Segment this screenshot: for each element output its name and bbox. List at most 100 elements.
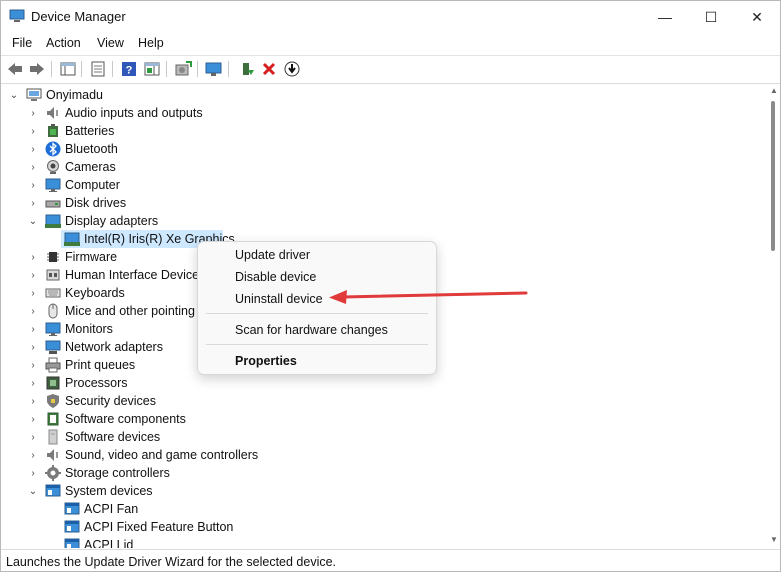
tree-device[interactable]: ACPI Lid [1,536,767,548]
enable-device-icon[interactable] [237,59,257,79]
tree-item-label: Processors [65,376,128,390]
properties-icon[interactable] [88,59,108,79]
expand-chevron-icon[interactable]: › [27,413,39,425]
tree-device[interactable]: ACPI Fixed Feature Button [1,518,767,536]
toolbar-separator [166,61,167,77]
system-device-icon [64,538,80,548]
storage-controller-icon [45,465,61,481]
expand-chevron-icon[interactable]: › [27,431,39,443]
chip-icon [47,252,59,262]
tree-category[interactable]: › Computer [1,176,767,194]
maximize-button[interactable]: ☐ [688,1,734,33]
tree-item-label: ACPI Lid [84,538,134,548]
display-adapter-icon [45,214,61,228]
show-hide-console-tree-icon[interactable] [58,59,78,79]
scroll-down-icon[interactable]: ▼ [770,536,778,544]
download-driver-icon[interactable] [282,59,302,79]
update-driver-icon[interactable] [173,59,193,79]
back-icon[interactable] [5,59,25,79]
expand-chevron-icon[interactable]: › [27,179,39,191]
tree-device[interactable]: ACPI Fan [1,500,767,518]
menu-item-properties[interactable]: Properties [202,350,432,372]
tree-item-label: Print queues [65,358,136,372]
menu-view[interactable]: View [97,36,124,50]
tree-item-label: Sound, video and game controllers [65,448,259,462]
tree-category[interactable]: ⌄ Display adapters [1,212,767,230]
scrollbar-thumb[interactable] [771,101,775,251]
expand-chevron-icon[interactable]: › [27,377,39,389]
toolbar-separator [197,61,198,77]
expand-chevron-icon[interactable]: › [27,143,39,155]
expand-chevron-icon[interactable]: › [27,107,39,119]
tree-item-label: Onyimadu [46,88,103,102]
tree-item-label: Mice and other pointing [65,304,195,318]
expand-chevron-icon[interactable]: › [27,197,39,209]
speaker-icon [47,449,58,461]
tree-category[interactable]: › Sound, video and game controllers [1,446,767,464]
help-icon[interactable]: ? [119,59,139,79]
minimize-button[interactable]: — [642,1,688,33]
menu-action[interactable]: Action [46,36,81,50]
menu-item-scan-hardware[interactable]: Scan for hardware changes [202,319,432,341]
device-manager-icon [9,9,25,22]
expand-chevron-icon[interactable]: › [27,287,39,299]
collapse-chevron-icon[interactable]: ⌄ [27,215,39,227]
menu-help[interactable]: Help [138,36,164,50]
collapse-chevron-icon[interactable]: ⌄ [27,485,39,497]
expand-chevron-icon[interactable]: › [27,395,39,407]
scan-hardware-icon[interactable] [204,59,224,79]
expand-chevron-icon[interactable]: › [27,449,39,461]
tree-category[interactable]: › Software components [1,410,767,428]
expand-chevron-icon[interactable]: › [27,467,39,479]
system-device-icon [64,502,80,515]
tree-category[interactable]: › Software devices [1,428,767,446]
tree-item-label: System devices [65,484,153,498]
tree-item-label: Software components [65,412,186,426]
tree-root[interactable]: ⌄ Onyimadu [1,86,767,104]
tree-category[interactable]: › Disk drives [1,194,767,212]
expand-chevron-icon[interactable]: › [27,323,39,335]
vertical-scrollbar[interactable]: ▲ ▼ [767,84,780,548]
expand-chevron-icon[interactable]: › [27,161,39,173]
annotation-arrow [329,290,528,304]
tree-item-label: Bluetooth [65,142,118,156]
status-text: Launches the Update Driver Wizard for th… [6,555,337,569]
tree-category[interactable]: › Cameras [1,158,767,176]
tree-item-label: Software devices [65,430,161,444]
expand-chevron-icon[interactable]: › [27,359,39,371]
forward-icon[interactable] [27,59,47,79]
tree-category[interactable]: › Batteries [1,122,767,140]
tree-item-label: Security devices [65,394,157,408]
expand-chevron-icon[interactable]: › [27,269,39,281]
menu-separator [206,344,428,345]
menu-bar: File Action View Help [1,33,780,56]
scroll-up-icon[interactable]: ▲ [770,87,778,95]
menu-file[interactable]: File [12,36,32,50]
expand-chevron-icon[interactable]: › [27,251,39,263]
tree-item-label: ACPI Fan [84,502,139,516]
tree-category[interactable]: › Bluetooth [1,140,767,158]
expand-chevron-icon[interactable]: › [27,341,39,353]
printer-icon [45,357,61,373]
menu-item-label: Scan for hardware changes [235,323,388,337]
speaker-icon [47,107,58,119]
tree-category[interactable]: › Processors [1,374,767,392]
menu-item-update-driver[interactable]: Update driver [202,244,432,266]
tree-category[interactable]: ⌄ System devices [1,482,767,500]
software-component-icon [47,412,59,426]
display-adapter-icon [64,232,80,246]
tree-category[interactable]: › Storage controllers [1,464,767,482]
expand-chevron-icon[interactable]: › [27,305,39,317]
show-action-pane-icon[interactable] [142,59,162,79]
expand-chevron-icon[interactable]: › [27,125,39,137]
tree-item-label: Batteries [65,124,115,138]
close-button[interactable]: ✕ [734,1,780,33]
tree-category[interactable]: › Audio inputs and outputs [1,104,767,122]
menu-item-label: Disable device [235,270,317,284]
tree-category[interactable]: › Security devices [1,392,767,410]
computer-root-icon [26,88,42,101]
uninstall-device-icon[interactable] [259,59,279,79]
title-bar[interactable]: Device Manager — ☐ ✕ [1,1,780,33]
collapse-chevron-icon[interactable]: ⌄ [8,89,20,101]
hid-icon [46,269,60,281]
